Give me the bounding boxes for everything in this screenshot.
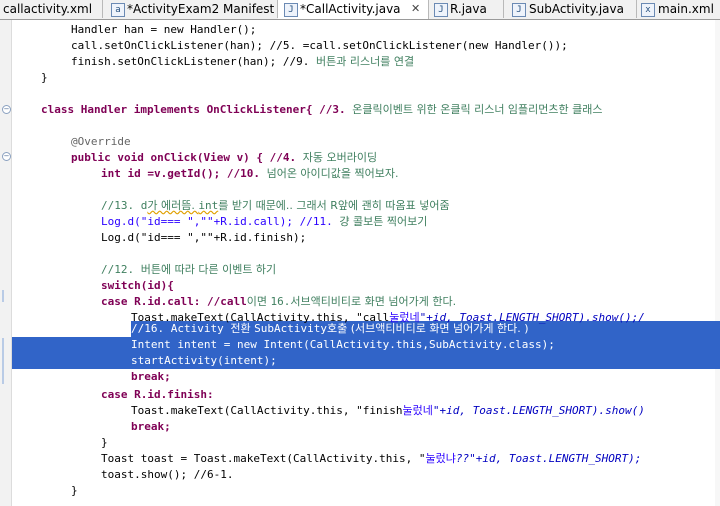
code-comment: 자동 오버라이딩: [302, 151, 378, 164]
code-string: 눌렀네: [402, 404, 433, 417]
code-text: "+id, Toast.LENGTH_SHORT).show(): [432, 404, 645, 417]
code-comment: //16. Activity: [131, 322, 231, 335]
code-line: break;: [131, 369, 171, 385]
code-text: break;: [131, 420, 171, 433]
java-file-icon: J: [434, 3, 448, 17]
code-text: ??"+id, Toast.LENGTH_SHORT);: [455, 452, 642, 465]
code-text: startActivity(intent);: [131, 354, 277, 367]
code-comment: 앞에 괜히 따옴표 넣어줌: [337, 199, 450, 212]
code-line: finish.setOnClickListener(han); //9. 버튼과…: [71, 54, 414, 70]
code-line: Toast toast = Toast.makeText(CallActivit…: [101, 451, 641, 467]
code-text: case R.id.call: //call: [101, 295, 247, 308]
code-text: Handler han = new Handler();: [71, 23, 257, 36]
code-comment: SubActivity: [254, 322, 327, 335]
change-marker: [2, 290, 4, 302]
code-line-selected: startActivity(intent);: [131, 353, 277, 369]
annotation-text: @Override: [71, 135, 131, 148]
code-comment: 가 에러뜸.: [147, 199, 199, 212]
fold-collapse-icon[interactable]: −: [2, 152, 11, 161]
code-comment: 버튼과 리스너를 연결: [316, 55, 415, 68]
code-line: Log.d("id=== ",""+R.id.finish);: [101, 230, 306, 246]
code-text: Intent intent = new Intent(CallActivity.…: [131, 338, 555, 351]
code-text: call.setOnClickListener(han); //5. =call…: [71, 39, 568, 52]
code-comment: 넘어온 아이디값을 찍어보자.: [266, 167, 399, 180]
java-file-icon: J: [512, 3, 526, 17]
tab-label: main.xml: [658, 2, 714, 16]
code-line: //13. d가 에러뜸. int를 받기 때문에.. 그래서 R앞에 괜히 따…: [101, 198, 450, 214]
code-comment: 서브액티비티로 화면 넘어가게 한다.: [290, 295, 457, 308]
code-line: switch(id){: [101, 278, 174, 294]
code-comment: 를 받기 때문에.. 그래서 R: [218, 199, 338, 212]
close-tab-icon[interactable]: ✕: [411, 0, 420, 18]
code-line: toast.show(); //6-1.: [101, 467, 233, 483]
tab-r-java[interactable]: J R.java: [429, 0, 504, 18]
tab-main-xml[interactable]: x main.xml: [637, 0, 720, 18]
code-line: call.setOnClickListener(han); //5. =call…: [71, 38, 568, 54]
code-line: @Override: [71, 134, 131, 150]
code-line: }: [101, 435, 108, 451]
fold-collapse-icon[interactable]: −: [2, 105, 11, 114]
code-line: Handler han = new Handler();: [71, 22, 256, 38]
code-text: int id =v.getId(); //10.: [101, 167, 267, 180]
code-line: Log.d("id=== ",""+R.id.call); //11. 걍 콜보…: [101, 214, 427, 230]
tab-callactivity-java[interactable]: J *CallActivity.java ✕: [278, 0, 429, 19]
code-text: }: [71, 484, 78, 497]
code-text: finish.setOnClickListener(han); //9.: [71, 55, 317, 68]
code-line: public void onClick(View v) { //4. 자동 오버…: [71, 150, 377, 166]
tab-label: *ActivityExam2 Manifest: [127, 2, 275, 16]
tab-manifest[interactable]: a *ActivityExam2 Manifest: [103, 0, 278, 18]
code-comment: //12.: [101, 263, 141, 276]
code-comment: 버튼에 따라 다른 이벤트 하기: [140, 263, 277, 276]
code-text: public void onClick(View v) { //4.: [71, 151, 303, 164]
tab-callactivity-xml[interactable]: callactivity.xml: [0, 0, 103, 18]
code-line-selected: Intent intent = new Intent(CallActivity.…: [131, 337, 555, 353]
code-line: }: [41, 70, 48, 86]
code-line: case R.id.finish:: [101, 387, 214, 403]
code-text: case R.id.finish:: [101, 388, 214, 401]
code-text: Toast toast = Toast.makeText(CallActivit…: [101, 452, 426, 465]
code-comment: 전환: [230, 322, 255, 335]
java-file-icon: J: [284, 3, 298, 17]
code-text: class Handler implements OnClickListener…: [41, 103, 353, 116]
code-comment: 16.: [270, 295, 291, 308]
tab-label: SubActivity.java: [529, 2, 624, 16]
code-line: class Handler implements OnClickListener…: [41, 102, 603, 118]
code-line: //12. 버튼에 따라 다른 이벤트 하기: [101, 262, 276, 278]
tab-subactivity-java[interactable]: J SubActivity.java: [504, 0, 637, 18]
code-comment: 이면: [246, 295, 271, 308]
code-text: }: [41, 71, 48, 84]
overview-ruler: [715, 20, 720, 506]
code-text: switch(id){: [101, 279, 174, 292]
code-text: break;: [131, 370, 171, 383]
code-text: Toast.makeText(CallActivity.this, "finis…: [131, 404, 403, 417]
tab-label: *CallActivity.java: [300, 2, 401, 16]
editor-tab-bar: callactivity.xml a *ActivityExam2 Manife…: [0, 0, 720, 20]
code-string: 눌렀냐: [425, 452, 456, 465]
editor-left-ruler: − −: [0, 20, 12, 506]
code-text: toast.show(); //6-1.: [101, 468, 234, 481]
code-text: Log.d("id=== ",""+R.id.finish);: [101, 231, 307, 244]
tab-label: R.java: [450, 2, 487, 16]
change-marker: [2, 338, 4, 384]
code-comment: //13. d: [101, 199, 148, 212]
xml-file-icon: x: [641, 3, 655, 17]
code-line: int id =v.getId(); //10. 넘어온 아이디값을 찍어보자.: [101, 166, 399, 182]
manifest-file-icon: a: [111, 3, 125, 17]
tab-label: callactivity.xml: [3, 2, 93, 16]
code-text: Log.d("id=== ",""+R.id.call); //11.: [101, 215, 340, 228]
code-comment: 걍 콜보튼 찍어보기: [339, 215, 428, 228]
code-text: }: [101, 436, 108, 449]
code-comment: 온클릭이벤트 위한 온클릭 리스너 임플리먼츠한 클래스: [352, 103, 603, 116]
code-comment: 호출 (서브액티비티로 화면 넘어가게 한다. ): [326, 322, 529, 335]
code-line: Toast.makeText(CallActivity.this, "finis…: [131, 403, 645, 419]
code-line: }: [71, 483, 78, 499]
code-line: case R.id.call: //call이면 16.서브액티비티로 화면 넘…: [101, 294, 456, 310]
code-line-selected: //16. Activity 전환 SubActivity호출 (서브액티비티로…: [131, 321, 529, 337]
code-line: break;: [131, 419, 171, 435]
code-comment: int: [198, 199, 219, 212]
